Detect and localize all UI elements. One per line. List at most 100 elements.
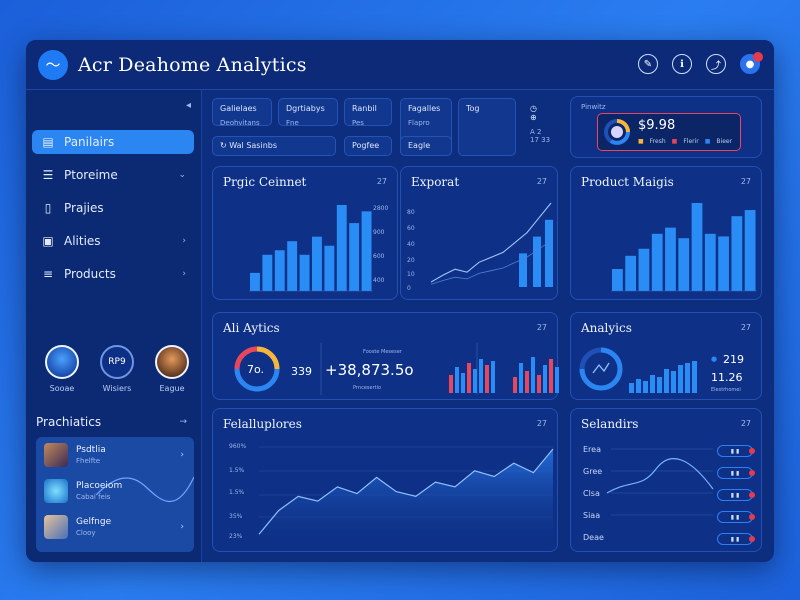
bar xyxy=(531,357,535,393)
info-icon[interactable]: ℹ xyxy=(672,54,692,74)
sidebar-item-label: Products xyxy=(64,267,116,281)
bar xyxy=(664,369,669,393)
sidebar-item-products[interactable]: ≡ Products › xyxy=(32,262,194,286)
edit-icon[interactable]: ✎ xyxy=(638,54,658,74)
tile[interactable]: Tog xyxy=(458,98,516,156)
dot-icon: ● xyxy=(711,355,718,363)
wave-icon[interactable]: 〜 xyxy=(38,49,68,80)
kpi-label: Pinwitz xyxy=(581,103,606,111)
thumbnail xyxy=(44,479,68,503)
bar xyxy=(449,375,453,393)
y-tick-label: 600 xyxy=(373,253,385,260)
row-label: Erea xyxy=(583,445,601,454)
collapse-icon[interactable]: ◂ xyxy=(186,100,191,111)
status-pill[interactable]: ▮ ▮ xyxy=(717,511,755,523)
person[interactable]: Eague xyxy=(152,345,192,393)
bar xyxy=(537,375,541,393)
row-label: Siaa xyxy=(583,511,601,520)
bar xyxy=(274,250,285,291)
bar xyxy=(692,361,697,393)
metric-value: 11.26 xyxy=(711,371,743,384)
list-item[interactable]: Placoeiom Cabai feis xyxy=(36,473,194,509)
chevron-right-icon: › xyxy=(180,450,184,460)
bar xyxy=(519,253,527,287)
avatar xyxy=(155,345,189,379)
arrow-right-icon[interactable]: → xyxy=(179,417,187,427)
sidebar-item-prajies[interactable]: ▯ Prajies xyxy=(32,196,194,220)
bar xyxy=(744,210,756,291)
y-tick-label: 2800 xyxy=(373,205,389,212)
bar xyxy=(349,223,360,291)
bar xyxy=(525,371,529,393)
program-card: Prgic Ceinnet 27 2800 900 600 400 xyxy=(212,166,398,300)
person[interactable]: RP9 Wisiers xyxy=(97,345,137,393)
bar xyxy=(625,255,637,291)
list-item[interactable]: Psdtlia Fhelfte › xyxy=(36,437,194,473)
list-item-sub: Clooy xyxy=(76,529,96,537)
row-label: Deae xyxy=(583,533,604,542)
export-line-chart xyxy=(430,202,553,287)
tile[interactable]: Eagle xyxy=(400,136,452,156)
status-pill[interactable]: ▮ ▮ xyxy=(717,489,755,501)
sidebar-item-panilairs[interactable]: ▤ Panilairs xyxy=(32,130,194,154)
bar xyxy=(629,383,634,393)
top-icons: ✎ ℹ ⤴ ● xyxy=(638,52,763,74)
metric-value: 219 xyxy=(723,353,744,366)
legend-label: Fresh xyxy=(649,138,666,145)
menu-icon: ☰ xyxy=(42,168,54,182)
bar xyxy=(638,248,650,291)
list-icon: ≡ xyxy=(42,267,54,281)
kpi-ring xyxy=(604,119,630,145)
status-pill[interactable]: ▮ ▮ xyxy=(717,533,755,545)
tile-sub: Deohvitans xyxy=(220,119,260,127)
bar xyxy=(704,233,716,291)
features-card: Felalluplores 27 960% 1.5% 1.5% 35% 23% xyxy=(212,408,558,552)
tile[interactable]: ◷ ⊕ A 2 17 33 xyxy=(522,98,552,156)
product-card: Product Maigis 27 xyxy=(570,166,762,300)
person[interactable]: Sooae xyxy=(42,345,82,393)
folder-icon: ▤ xyxy=(42,135,54,149)
bar xyxy=(513,377,517,393)
status-pill[interactable]: ▮ ▮ xyxy=(717,467,755,479)
app-title: Acr Deahome Analytics xyxy=(78,53,307,76)
bar xyxy=(665,227,676,291)
status-pill[interactable]: ▮ ▮ xyxy=(717,445,755,457)
bar xyxy=(650,375,655,393)
tile-label: Galielaes xyxy=(220,104,257,113)
list-item[interactable]: Gelfnge Clooy › xyxy=(36,509,194,545)
chevron-right-icon: › xyxy=(180,522,184,532)
bar xyxy=(455,367,459,393)
sidebar-item-ptoreime[interactable]: ☰ Ptoreime ⌄ xyxy=(32,163,194,187)
tile[interactable]: Galielaes Deohvitans xyxy=(212,98,272,127)
practices-list: Psdtlia Fhelfte › Placoeiom Cabai feis G… xyxy=(36,437,194,552)
tile-label: Dgrtiabys xyxy=(286,104,325,113)
person-label: Sooae xyxy=(49,384,75,393)
program-bar-chart xyxy=(249,205,373,292)
tile[interactable]: ↻ Wal Sasinbs xyxy=(212,136,336,156)
kpi-box: $9.98 ■ Fresh ■ Flerir ■ Bieer xyxy=(597,113,741,151)
share-icon[interactable]: ⤴ xyxy=(706,54,726,74)
sidebar-item-label: Prajies xyxy=(64,201,104,215)
bar xyxy=(324,245,335,291)
tile[interactable]: Pogfee xyxy=(344,136,392,156)
sidebar-item-alities[interactable]: ▣ Alities › xyxy=(32,229,194,253)
chevron-right-icon: › xyxy=(182,269,186,279)
list-item-sub: Cabai feis xyxy=(76,493,111,501)
bar xyxy=(555,367,559,393)
user-icon[interactable]: ● xyxy=(740,52,763,74)
tile-sub: A 2 17 33 xyxy=(530,128,551,144)
product-bar-chart xyxy=(611,203,757,292)
legend-label: Flerir xyxy=(683,138,699,145)
bar xyxy=(336,205,347,291)
tile-label: Wal Sasinbs xyxy=(229,141,278,150)
kpi-legend: ■ Fresh ■ Flerir ■ Bieer xyxy=(638,138,732,145)
legend-dot-icon: ■ xyxy=(704,138,711,145)
tile[interactable]: Ranbil Pes xyxy=(344,98,392,127)
thumbnail xyxy=(44,443,68,467)
list-item-title: Placoeiom xyxy=(76,481,123,491)
tile[interactable]: Dgrtiabys Fne xyxy=(278,98,338,127)
bar xyxy=(467,363,471,393)
features-area-chart xyxy=(258,446,554,539)
y-tick-label: 400 xyxy=(373,277,385,284)
avatar: RP9 xyxy=(100,345,134,379)
